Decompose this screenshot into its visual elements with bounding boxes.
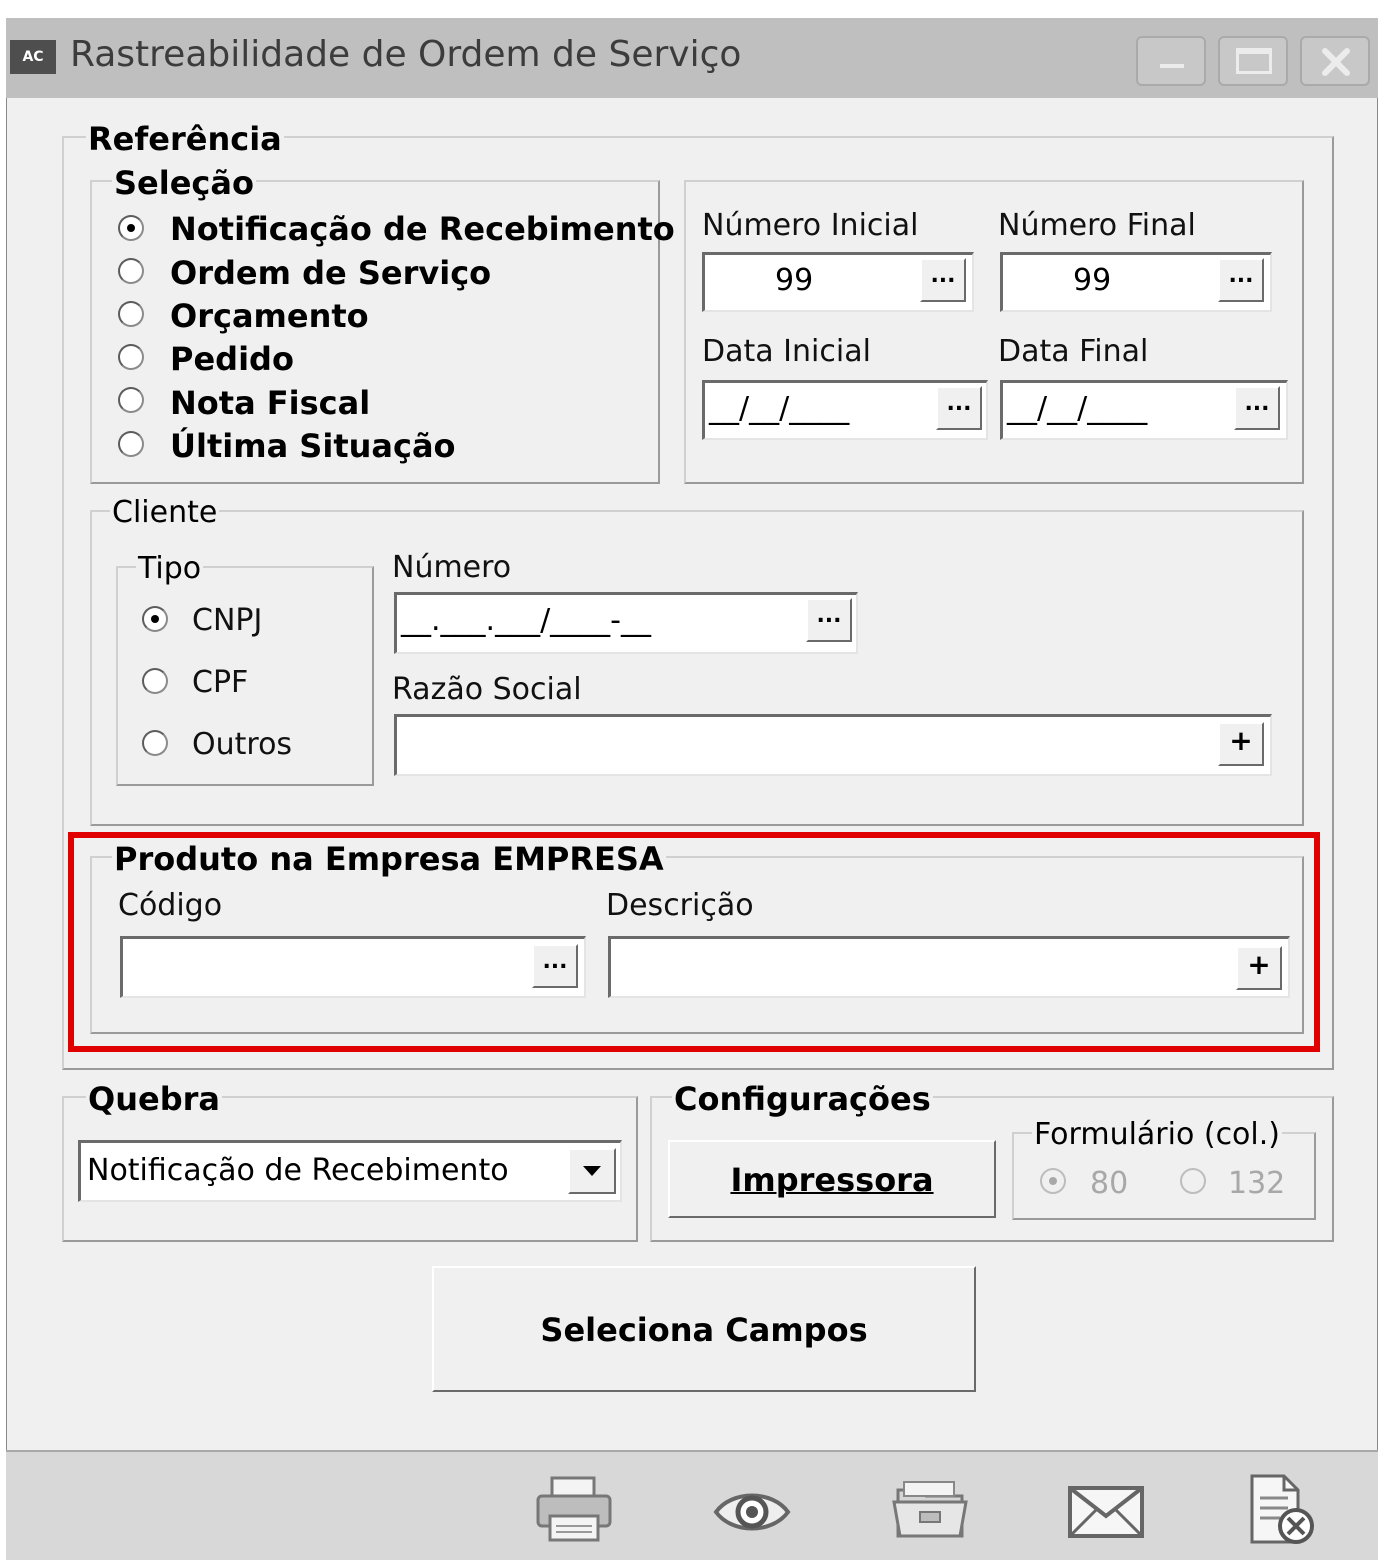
close-button[interactable] (1300, 36, 1370, 86)
document-close-icon (1250, 1474, 1314, 1544)
maximize-icon (1236, 48, 1272, 74)
numero-inicial-label: Número Inicial (702, 208, 919, 243)
quebra-selected-value: Notificação de Recebimento (87, 1153, 509, 1188)
radio-col-132[interactable] (1180, 1168, 1206, 1194)
radio-cnpj[interactable] (142, 606, 168, 632)
quebra-legend: Quebra (86, 1080, 222, 1118)
radio-nota-fiscal[interactable] (118, 387, 144, 413)
numero-label: Número (392, 550, 512, 585)
radio-label-pedido: Pedido (170, 340, 294, 378)
envelope-icon (1068, 1486, 1144, 1538)
seleciona-campos-button[interactable]: Seleciona Campos (432, 1266, 976, 1392)
numero-final-label: Número Final (998, 208, 1196, 243)
footer-toolbar (6, 1450, 1378, 1560)
numero-field[interactable]: __.___.___/____-__ (394, 592, 858, 654)
referencia-legend: Referência (86, 120, 284, 158)
radio-label-ultima-situacao: Última Situação (170, 427, 456, 465)
radio-col-80[interactable] (1040, 1168, 1066, 1194)
numero-inicial-value: 99 (775, 263, 814, 298)
tipo-legend: Tipo (136, 551, 204, 586)
folder-icon (892, 1481, 968, 1538)
data-final-value: __/__/____ (1007, 391, 1148, 426)
configuracoes-legend: Configurações (672, 1080, 933, 1118)
numero-final-value: 99 (1073, 263, 1112, 298)
radio-label-ordem-servico: Ordem de Serviço (170, 254, 492, 292)
radio-notificacao[interactable] (118, 215, 144, 241)
radio-label-notificacao: Notificação de Recebimento (170, 210, 675, 248)
numero-final-lookup-button[interactable]: ... (1218, 258, 1264, 302)
razao-social-add-button[interactable]: + (1218, 722, 1264, 766)
radio-cpf[interactable] (142, 668, 168, 694)
data-final-calendar-button[interactable]: ... (1234, 386, 1280, 430)
chevron-down-icon (583, 1166, 601, 1176)
print-button[interactable] (534, 1474, 614, 1544)
razao-social-field[interactable] (394, 714, 1272, 776)
maximize-button[interactable] (1218, 36, 1288, 86)
app-icon: AC (10, 40, 56, 74)
radio-outros[interactable] (142, 730, 168, 756)
cliente-legend: Cliente (110, 495, 220, 530)
radio-label-orcamento: Orçamento (170, 297, 369, 335)
window-title: Rastreabilidade de Ordem de Serviço (70, 34, 742, 75)
radio-label-col-132: 132 (1228, 1166, 1286, 1201)
email-button[interactable] (1066, 1484, 1146, 1540)
radio-label-outros: Outros (192, 727, 293, 762)
numero-lookup-button[interactable]: ... (806, 598, 852, 642)
preview-button[interactable] (712, 1484, 792, 1540)
quebra-dropdown-button[interactable] (568, 1148, 616, 1194)
radio-label-col-80: 80 (1090, 1166, 1129, 1201)
formulario-legend: Formulário (col.) (1032, 1117, 1282, 1152)
radio-orcamento[interactable] (118, 301, 144, 327)
data-inicial-calendar-button[interactable]: ... (936, 386, 982, 430)
export-button[interactable] (890, 1476, 970, 1542)
minimize-icon (1160, 64, 1184, 68)
printer-icon (536, 1476, 612, 1542)
razao-social-label: Razão Social (392, 672, 582, 707)
radio-label-cpf: CPF (192, 665, 249, 700)
radio-label-cnpj: CNPJ (192, 603, 263, 638)
radio-label-nota-fiscal: Nota Fiscal (170, 384, 371, 422)
radio-ordem-servico[interactable] (118, 258, 144, 284)
quebra-select[interactable]: Notificação de Recebimento (78, 1140, 622, 1202)
highlight-box (68, 832, 1320, 1052)
impressora-button[interactable]: Impressora (668, 1140, 996, 1218)
close-icon (1322, 48, 1350, 76)
radio-ultima-situacao[interactable] (118, 431, 144, 457)
eye-icon (713, 1493, 791, 1531)
numero-value: __.___.___/____-__ (401, 603, 652, 638)
data-final-label: Data Final (998, 334, 1149, 369)
selecao-legend: Seleção (112, 164, 256, 202)
data-inicial-value: __/__/____ (709, 391, 850, 426)
numero-inicial-lookup-button[interactable]: ... (920, 258, 966, 302)
data-inicial-label: Data Inicial (702, 334, 871, 369)
radio-pedido[interactable] (118, 344, 144, 370)
minimize-button[interactable] (1136, 36, 1206, 86)
close-report-button[interactable] (1244, 1472, 1324, 1548)
